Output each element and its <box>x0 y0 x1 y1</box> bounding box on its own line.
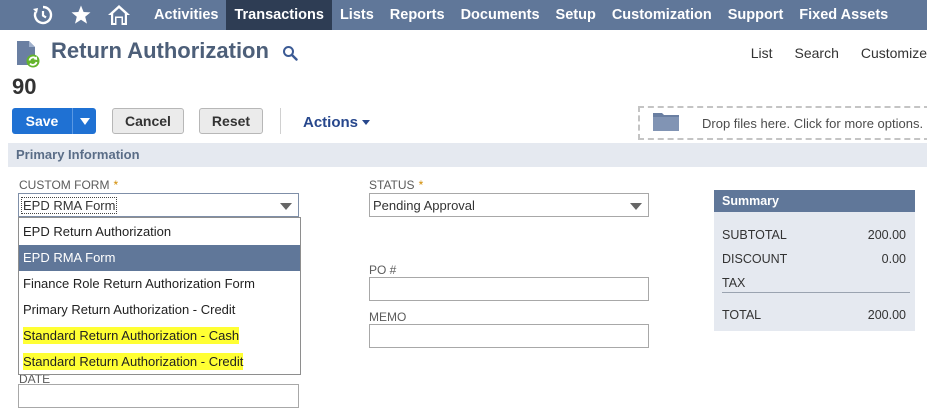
nav-reports[interactable]: Reports <box>382 0 453 30</box>
toolbar-divider <box>280 108 281 134</box>
nav-fixed-assets[interactable]: Fixed Assets <box>791 0 896 30</box>
memo-input[interactable] <box>369 324 649 348</box>
custom-form-dropdown-list: EPD Return Authorization EPD RMA Form Fi… <box>18 217 301 375</box>
actions-menu-label: Actions <box>303 114 359 131</box>
chevron-down-icon <box>362 120 371 125</box>
dropdown-option-highlighted[interactable]: Standard Return Authorization - Credit <box>19 349 300 375</box>
top-navigation-bar: Activities Transactions Lists Reports Do… <box>0 0 927 30</box>
summary-subtotal-row: SUBTOTAL 200.00 <box>722 228 906 242</box>
search-link[interactable]: Search <box>795 45 839 61</box>
summary-discount-row: DISCOUNT 0.00 <box>722 252 906 266</box>
nav-transactions[interactable]: Transactions <box>226 0 332 30</box>
nav-customization[interactable]: Customization <box>604 0 720 30</box>
recent-records-icon[interactable] <box>24 0 62 30</box>
record-number: 90 <box>12 74 37 99</box>
summary-title: Summary <box>714 190 915 212</box>
search-icon[interactable] <box>282 45 298 66</box>
required-marker: * <box>113 178 119 192</box>
summary-divider <box>722 292 910 293</box>
dropdown-option-selected[interactable]: EPD RMA Form <box>19 245 300 271</box>
save-button-label: Save <box>25 113 59 129</box>
summary-total-row: TOTAL 200.00 <box>722 308 906 322</box>
home-icon[interactable] <box>100 0 138 30</box>
favorites-star-icon[interactable] <box>62 0 100 30</box>
custom-form-value: EPD RMA Form <box>20 197 118 214</box>
po-number-label: PO # <box>369 263 397 277</box>
reset-button[interactable]: Reset <box>199 108 263 134</box>
dropdown-option-highlighted[interactable]: Standard Return Authorization - Cash <box>19 323 300 349</box>
custom-form-label: CUSTOM FORM * <box>19 178 119 192</box>
page-title: Return Authorization <box>51 38 269 63</box>
cancel-button[interactable]: Cancel <box>112 108 184 134</box>
chevron-down-icon <box>280 203 292 210</box>
status-value: Pending Approval <box>373 198 475 213</box>
dropdown-option[interactable]: Primary Return Authorization - Credit <box>19 297 300 323</box>
header-links: List Search Customize <box>751 45 927 61</box>
actions-menu[interactable]: Actions <box>303 114 371 131</box>
date-input[interactable] <box>18 384 299 408</box>
save-button[interactable]: Save <box>12 108 96 134</box>
nav-lists[interactable]: Lists <box>332 0 382 30</box>
save-options-arrow-icon[interactable] <box>72 108 96 134</box>
file-drop-zone[interactable]: Drop files here. Click for more options. <box>638 106 927 140</box>
status-select[interactable]: Pending Approval <box>369 193 649 217</box>
required-marker: * <box>418 178 424 192</box>
nav-support[interactable]: Support <box>720 0 792 30</box>
folder-icon <box>652 110 680 137</box>
po-number-input[interactable] <box>369 277 649 301</box>
summary-panel: Summary SUBTOTAL 200.00 DISCOUNT 0.00 TAX … <box>714 190 915 331</box>
return-authorization-document-icon <box>14 40 42 73</box>
status-label: STATUS * <box>369 178 424 192</box>
memo-label: MEMO <box>369 310 407 324</box>
dropdown-option[interactable]: Finance Role Return Authorization Form <box>19 271 300 297</box>
list-link[interactable]: List <box>751 45 773 61</box>
customize-link[interactable]: Customize <box>861 45 927 61</box>
nav-documents[interactable]: Documents <box>453 0 548 30</box>
custom-form-select[interactable]: EPD RMA Form <box>18 193 299 217</box>
nav-activities[interactable]: Activities <box>146 0 226 30</box>
dropdown-option[interactable]: EPD Return Authorization <box>19 219 300 245</box>
chevron-down-icon <box>630 203 642 210</box>
nav-setup[interactable]: Setup <box>548 0 604 30</box>
primary-information-header[interactable]: Primary Information <box>8 143 927 167</box>
summary-tax-row: TAX <box>722 276 746 290</box>
dropzone-text: Drop files here. Click for more options. <box>702 115 924 131</box>
